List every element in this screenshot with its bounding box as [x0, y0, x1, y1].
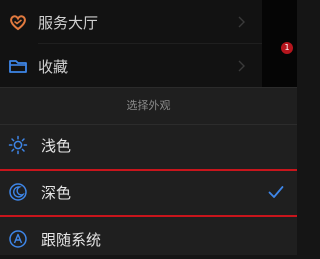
chevron-right-icon — [238, 60, 245, 72]
menu-item-label: 服务大厅 — [38, 13, 99, 32]
option-light[interactable]: 浅色 — [0, 125, 297, 165]
chevron-right-icon — [238, 16, 245, 28]
menu-item-service-hall[interactable]: 服务大厅 — [0, 0, 262, 44]
menu-item-label: 收藏 — [38, 57, 69, 76]
appearance-sheet: 选择外观 浅色 深色 跟随系统 — [0, 87, 297, 255]
notification-badge: 1 — [281, 42, 293, 54]
option-label: 跟随系统 — [41, 230, 102, 249]
checkmark-icon — [268, 186, 284, 198]
folder-icon — [9, 60, 27, 73]
option-follow-system[interactable]: 跟随系统 — [0, 219, 297, 259]
highlight-line-bottom — [0, 215, 297, 217]
sheet-title: 选择外观 — [126, 99, 171, 112]
sun-icon — [8, 135, 28, 155]
heart-hands-icon — [10, 15, 26, 31]
option-dark[interactable]: 深色 — [0, 172, 297, 212]
menu-item-favorites[interactable]: 收藏 — [0, 44, 262, 88]
moon-icon — [9, 183, 27, 201]
highlight-line-top — [0, 169, 297, 171]
auto-icon — [9, 230, 27, 248]
option-label: 浅色 — [41, 136, 72, 155]
option-label: 深色 — [41, 183, 72, 202]
